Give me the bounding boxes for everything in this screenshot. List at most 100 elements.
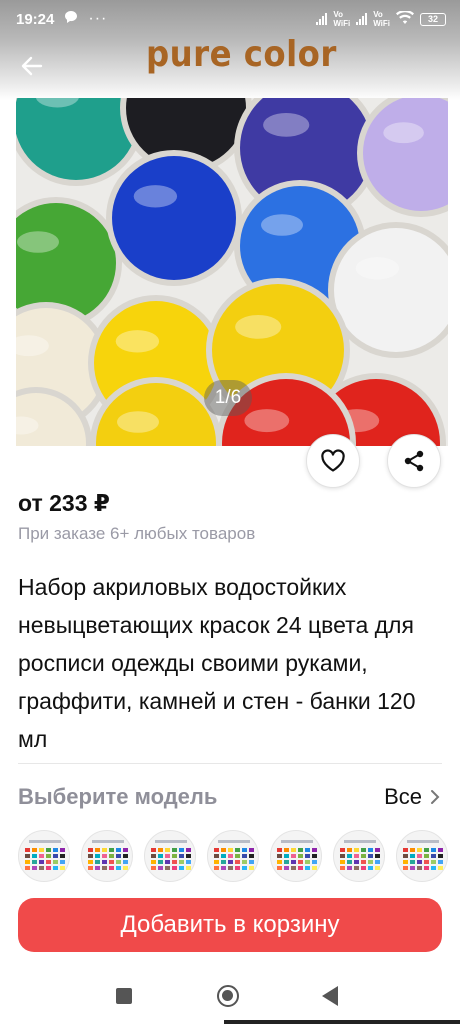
thumb-swatch bbox=[60, 854, 65, 858]
thumb-color-grid bbox=[214, 848, 254, 870]
thumb-swatch bbox=[116, 860, 121, 864]
thumb-swatch bbox=[438, 854, 443, 858]
model-variant-thumb[interactable] bbox=[207, 830, 259, 882]
thumb-swatch bbox=[88, 860, 93, 864]
thumb-swatch bbox=[312, 866, 317, 870]
share-button[interactable] bbox=[387, 434, 441, 488]
add-to-cart-button[interactable]: Добавить в корзину bbox=[18, 898, 442, 952]
thumb-swatch bbox=[39, 866, 44, 870]
thumb-swatch bbox=[46, 860, 51, 864]
thumb-swatch bbox=[109, 854, 114, 858]
thumb-swatch bbox=[375, 848, 380, 852]
thumb-swatch bbox=[60, 866, 65, 870]
thumb-swatch bbox=[88, 848, 93, 852]
price: от 233 ₽ bbox=[18, 490, 110, 516]
thumb-swatch bbox=[53, 866, 58, 870]
thumb-swatch bbox=[60, 848, 65, 852]
model-variant-thumb[interactable] bbox=[144, 830, 196, 882]
thumb-swatch bbox=[375, 860, 380, 864]
thumb-swatch bbox=[410, 860, 415, 864]
model-variant-thumb[interactable] bbox=[18, 830, 70, 882]
thumb-swatch bbox=[361, 860, 366, 864]
thumb-swatch bbox=[151, 854, 156, 858]
back-button[interactable] bbox=[16, 50, 48, 82]
thumb-swatch bbox=[249, 866, 254, 870]
thumb-color-grid bbox=[403, 848, 443, 870]
thumb-swatch bbox=[340, 866, 345, 870]
thumb-swatch bbox=[46, 866, 51, 870]
thumb-swatch bbox=[172, 866, 177, 870]
model-variant-thumb[interactable] bbox=[270, 830, 322, 882]
thumb-swatch bbox=[158, 860, 163, 864]
thumb-swatch bbox=[116, 866, 121, 870]
thumb-header bbox=[155, 840, 187, 843]
recents-square-icon[interactable] bbox=[116, 988, 132, 1004]
model-all-link[interactable]: Все bbox=[384, 784, 440, 810]
thumb-swatch bbox=[438, 866, 443, 870]
thumb-swatch bbox=[53, 848, 58, 852]
back-triangle-icon[interactable] bbox=[322, 986, 338, 1006]
thumb-swatch bbox=[186, 848, 191, 852]
favorite-button[interactable] bbox=[306, 434, 360, 488]
model-variant-thumb[interactable] bbox=[396, 830, 448, 882]
product-title: Набор акриловых водостойких невыцветающи… bbox=[18, 574, 416, 752]
image-pager: 1/6 bbox=[204, 380, 252, 416]
thumb-swatch bbox=[235, 848, 240, 852]
thumb-swatch bbox=[235, 854, 240, 858]
more-dots-icon: ··· bbox=[88, 10, 108, 27]
vowifi-indicator: Vo WiFi bbox=[373, 10, 390, 28]
thumb-swatch bbox=[340, 854, 345, 858]
thumb-swatch bbox=[417, 866, 422, 870]
thumb-swatch bbox=[109, 848, 114, 852]
thumb-swatch bbox=[32, 854, 37, 858]
thumb-swatch bbox=[354, 860, 359, 864]
thumb-swatch bbox=[424, 860, 429, 864]
thumb-swatch bbox=[228, 848, 233, 852]
thumb-swatch bbox=[340, 848, 345, 852]
home-circle-icon[interactable] bbox=[217, 985, 239, 1007]
thumb-swatch bbox=[305, 866, 310, 870]
thumb-swatch bbox=[214, 860, 219, 864]
thumb-swatch bbox=[158, 866, 163, 870]
thumb-swatch bbox=[165, 854, 170, 858]
thumb-swatch bbox=[39, 848, 44, 852]
thumb-swatch bbox=[438, 860, 443, 864]
thumb-swatch bbox=[291, 854, 296, 858]
thumb-header bbox=[29, 840, 61, 843]
model-all-label: Все bbox=[384, 784, 422, 809]
thumb-swatch bbox=[123, 854, 128, 858]
thumb-header bbox=[218, 840, 250, 843]
thumb-swatch bbox=[235, 866, 240, 870]
thumb-swatch bbox=[361, 854, 366, 858]
thumb-swatch bbox=[291, 866, 296, 870]
thumb-swatch bbox=[298, 866, 303, 870]
thumb-swatch bbox=[354, 854, 359, 858]
thumb-swatch bbox=[347, 866, 352, 870]
thumb-swatch bbox=[123, 848, 128, 852]
thumb-swatch bbox=[284, 860, 289, 864]
share-icon bbox=[404, 450, 424, 472]
thumb-swatch bbox=[424, 866, 429, 870]
thumb-swatch bbox=[116, 854, 121, 858]
model-selector-label: Выберите модель bbox=[18, 784, 218, 809]
wifi-icon bbox=[396, 9, 414, 27]
thumb-color-grid bbox=[25, 848, 65, 870]
system-nav-bar bbox=[0, 970, 460, 1024]
thumb-swatch bbox=[25, 848, 30, 852]
thumb-swatch bbox=[179, 866, 184, 870]
battery-icon: 32 bbox=[420, 12, 446, 26]
thumb-swatch bbox=[39, 860, 44, 864]
thumb-swatch bbox=[431, 854, 436, 858]
vowifi-indicator: Vo WiFi bbox=[333, 10, 351, 28]
model-variants bbox=[18, 830, 460, 884]
thumb-header bbox=[407, 840, 439, 843]
thumb-swatch bbox=[172, 848, 177, 852]
thumb-swatch bbox=[291, 860, 296, 864]
thumb-swatch bbox=[46, 854, 51, 858]
thumb-swatch bbox=[53, 860, 58, 864]
price-note: При заказе 6+ любых товаров bbox=[18, 524, 256, 543]
thumb-swatch bbox=[32, 848, 37, 852]
model-variant-thumb[interactable] bbox=[333, 830, 385, 882]
thumb-swatch bbox=[95, 848, 100, 852]
model-variant-thumb[interactable] bbox=[81, 830, 133, 882]
